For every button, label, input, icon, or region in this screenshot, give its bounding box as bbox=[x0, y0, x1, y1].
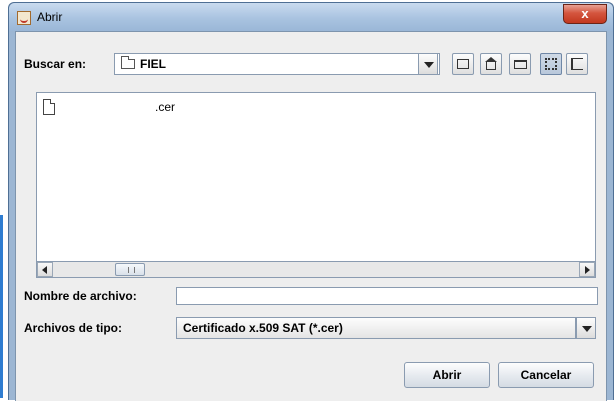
cancel-button[interactable]: Cancelar bbox=[498, 362, 594, 388]
home-roof bbox=[485, 57, 497, 62]
details-view-icon bbox=[571, 58, 583, 70]
new-folder-button[interactable] bbox=[509, 53, 531, 75]
java-app-icon bbox=[17, 11, 31, 25]
filename-label: Nombre de archivo: bbox=[24, 289, 137, 303]
list-view-icon bbox=[545, 58, 557, 70]
filetype-label: Archivos de tipo: bbox=[24, 321, 123, 335]
file-icon bbox=[43, 99, 55, 115]
scroll-thumb[interactable] bbox=[115, 263, 145, 276]
folder-icon bbox=[121, 56, 135, 69]
lookin-label: Buscar en: bbox=[24, 57, 87, 71]
grip-icon bbox=[128, 267, 135, 273]
filetype-value: Certificado x.509 SAT (*.cer) bbox=[183, 321, 343, 335]
filename-field[interactable] bbox=[176, 287, 598, 305]
file-list[interactable]: .cer bbox=[36, 92, 596, 262]
home-icon bbox=[486, 62, 496, 70]
lookin-dropdown-button[interactable] bbox=[418, 53, 438, 75]
scroll-right-button[interactable] bbox=[579, 262, 595, 277]
file-name: .cer bbox=[155, 100, 176, 114]
up-one-level-button[interactable] bbox=[452, 53, 474, 75]
background-accent bbox=[0, 215, 3, 398]
lookin-value: FIEL bbox=[140, 57, 166, 71]
open-button[interactable]: Abrir bbox=[404, 362, 490, 388]
filetype-dropdown-button[interactable] bbox=[576, 317, 596, 339]
title-bar[interactable]: Abrir x bbox=[9, 3, 613, 31]
close-button[interactable]: x bbox=[563, 4, 607, 24]
lookin-combo[interactable]: FIEL bbox=[114, 53, 440, 75]
window-title: Abrir bbox=[37, 10, 63, 24]
dialog-content: Buscar en: FIEL .cer Nombre de archivo: … bbox=[15, 31, 607, 401]
up-one-level-icon bbox=[457, 59, 469, 69]
horizontal-scrollbar[interactable] bbox=[36, 262, 596, 278]
new-folder-icon bbox=[514, 60, 527, 69]
home-button[interactable] bbox=[480, 53, 502, 75]
open-dialog: Abrir x Buscar en: FIEL .cer Nombre de a… bbox=[8, 2, 614, 401]
details-view-button[interactable] bbox=[566, 53, 588, 75]
filetype-combo[interactable]: Certificado x.509 SAT (*.cer) bbox=[176, 317, 576, 339]
scroll-left-button[interactable] bbox=[37, 262, 53, 277]
file-item[interactable]: .cer bbox=[43, 99, 343, 117]
list-view-button[interactable] bbox=[540, 53, 562, 75]
